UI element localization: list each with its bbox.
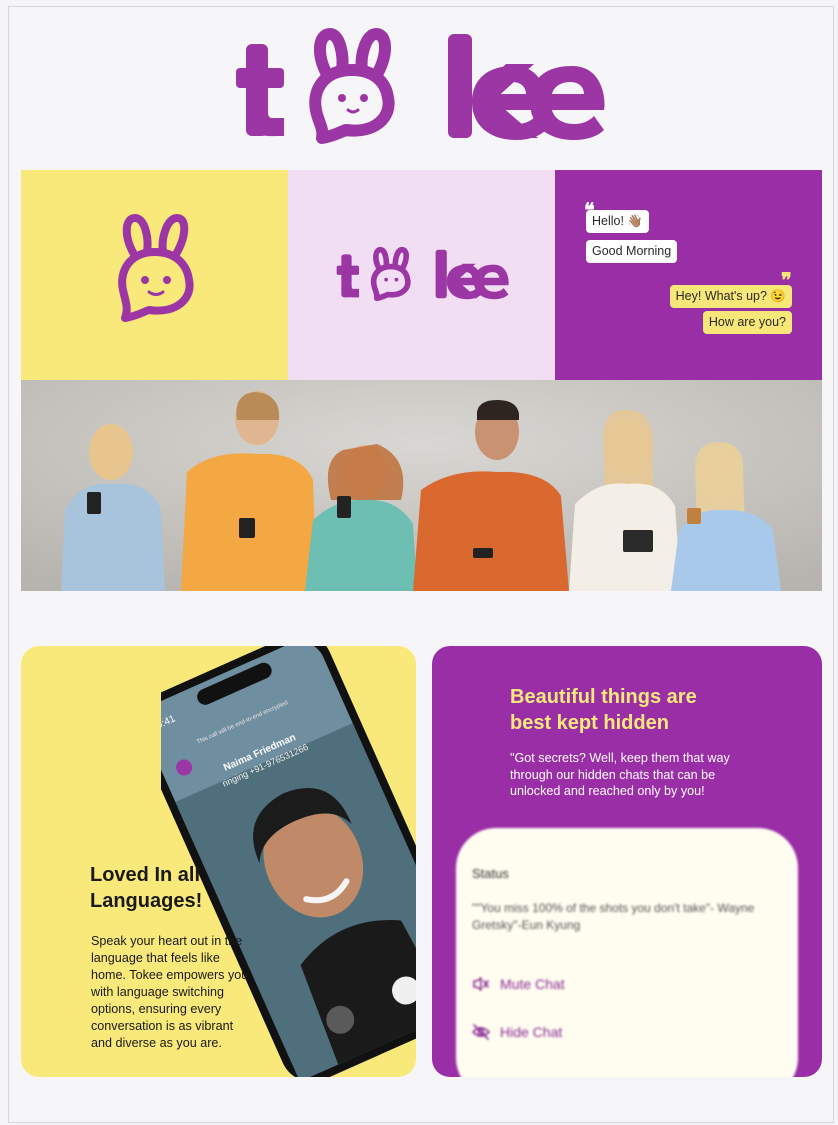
chat-demo-tile: ❝ Hello! 👋🏽 Good Morning ❞ Hey! What's u… [555, 170, 822, 380]
people-with-phones-photo [21, 380, 822, 591]
status-quote: ""You miss 100% of the shots you don't t… [472, 901, 755, 932]
header-logo [0, 12, 838, 144]
chat-options-sheet: Status ""You miss 100% of the shots you … [456, 828, 798, 1077]
eye-off-icon [472, 1024, 490, 1040]
feature-title-languages: Loved In all Languages! [90, 864, 203, 912]
brand-tile-pink [288, 170, 555, 380]
chat-bubble-incoming: Good Morning [586, 240, 678, 263]
mute-icon [473, 977, 489, 991]
brand-identity-row: ❝ Hello! 👋🏽 Good Morning ❞ Hey! What's u… [21, 170, 822, 380]
feature-card-hidden-chats: Beautiful things are best kept hidden "G… [432, 646, 822, 1077]
feature-card-languages: 9:41 This call will be end-to-end encryp… [21, 646, 416, 1077]
tokee-small-wordmark-logo [336, 246, 509, 302]
mute-chat-option[interactable]: Mute Chat [472, 976, 565, 992]
feature-title-hidden: Beautiful things are best kept hidden [510, 686, 697, 734]
tokee-wordmark-logo [236, 28, 605, 144]
hide-chat-option[interactable]: Hide Chat [472, 1024, 562, 1040]
chat-bubble-outgoing: Hey! What's up? 😉 [669, 285, 792, 308]
feature-body-languages: Speak your heart out in the language tha… [91, 934, 249, 1050]
brand-tile-yellow [21, 170, 288, 380]
mute-chat-label: Mute Chat [500, 976, 565, 992]
feature-body-hidden: "Got secrets? Well, keep them that way t… [510, 751, 730, 798]
hide-chat-label: Hide Chat [500, 1024, 563, 1040]
chat-bubble-outgoing: How are you? [702, 311, 792, 334]
status-label: Status [472, 866, 509, 881]
chat-bubble-incoming: Hello! 👋🏽 [586, 210, 649, 233]
bunny-mascot-icon [118, 214, 194, 322]
people-illustration [21, 380, 822, 591]
